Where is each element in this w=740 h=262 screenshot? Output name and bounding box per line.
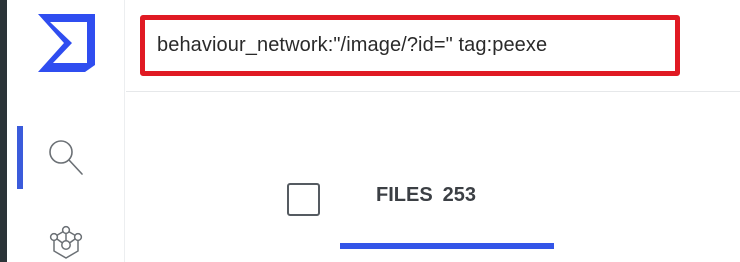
logo-icon[interactable] (35, 11, 101, 75)
search-icon (49, 140, 83, 175)
search-input[interactable]: behaviour_network:"/image/?id=" tag:peex… (140, 15, 680, 76)
tab-files-underline (340, 243, 554, 249)
search-query-text: behaviour_network:"/image/?id=" tag:peex… (157, 34, 548, 56)
left-edge-strip (0, 0, 7, 262)
sidebar-item-search[interactable] (7, 126, 125, 190)
sidebar (7, 0, 125, 262)
graph-icon (49, 225, 83, 259)
tab-files[interactable]: FILES 253 (376, 184, 486, 207)
select-all-checkbox[interactable] (287, 183, 320, 216)
sidebar-item-graph[interactable] (7, 224, 125, 262)
tab-files-label: FILES (376, 184, 433, 206)
tab-files-count: 253 (442, 184, 477, 206)
top-bar: behaviour_network:"/image/?id=" tag:peex… (126, 0, 740, 92)
